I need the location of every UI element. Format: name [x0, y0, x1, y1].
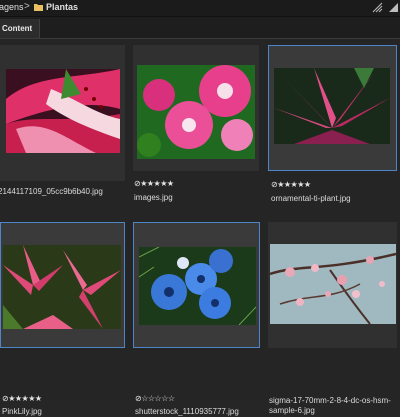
- folder-icon: [34, 4, 43, 11]
- thumbnail-image: [6, 69, 120, 153]
- rating-stars[interactable]: ⊘★★★★★: [134, 179, 174, 188]
- thumbnail-image: [270, 244, 396, 324]
- thumbnail-card[interactable]: ⊘★★★★★ ornamental-ti-plant.jpg: [268, 45, 397, 203]
- thumbnail-card[interactable]: ⊘★★★★★ images.jpg: [133, 45, 259, 202]
- expand-corner-icon[interactable]: [388, 2, 399, 13]
- breadcrumb: agens > Plantas: [0, 0, 400, 17]
- thumbnail-card[interactable]: 2144117109_05cc9b6b40.jpg: [0, 45, 125, 196]
- rating-stars[interactable]: ⊘☆☆☆☆☆: [135, 394, 175, 403]
- resize-grip-icon[interactable]: [372, 2, 383, 13]
- content-grid: 2144117109_05cc9b6b40.jpg ⊘★★★★★ images.…: [0, 39, 400, 416]
- rating-stars[interactable]: ⊘★★★★★: [2, 394, 42, 403]
- thumbnail-card[interactable]: sigma-17-70mm-2-8-4-dc-os-hsm-sample-6.j…: [268, 222, 397, 415]
- thumbnail-filename: sigma-17-70mm-2-8-4-dc-os-hsm-sample-6.j…: [269, 396, 391, 415]
- panel-tab-bar: Content: [0, 17, 400, 39]
- thumbnail-image: [3, 245, 121, 329]
- thumbnail-image: [139, 247, 256, 325]
- rating-stars[interactable]: ⊘★★★★★: [271, 180, 311, 189]
- breadcrumb-current[interactable]: Plantas: [46, 2, 78, 13]
- thumbnail-filename: ornamental-ti-plant.jpg: [271, 194, 351, 203]
- thumbnail-image: [274, 68, 390, 144]
- thumbnail-filename: images.jpg: [134, 193, 173, 202]
- thumbnail-filename: PinkLily.jpg: [2, 407, 42, 416]
- thumbnail-image: [137, 65, 255, 159]
- thumbnail-card[interactable]: ⊘★★★★★ PinkLily.jpg: [0, 222, 125, 416]
- thumbnail-filename: shutterstock_1110935777.jpg: [135, 407, 239, 416]
- thumbnail-filename: 2144117109_05cc9b6b40.jpg: [0, 187, 103, 196]
- tab-content[interactable]: Content: [0, 19, 40, 38]
- breadcrumb-parent[interactable]: agens: [0, 2, 24, 13]
- thumbnail-card[interactable]: ⊘☆☆☆☆☆ shutterstock_1110935777.jpg: [133, 222, 260, 416]
- breadcrumb-separator: >: [24, 1, 30, 12]
